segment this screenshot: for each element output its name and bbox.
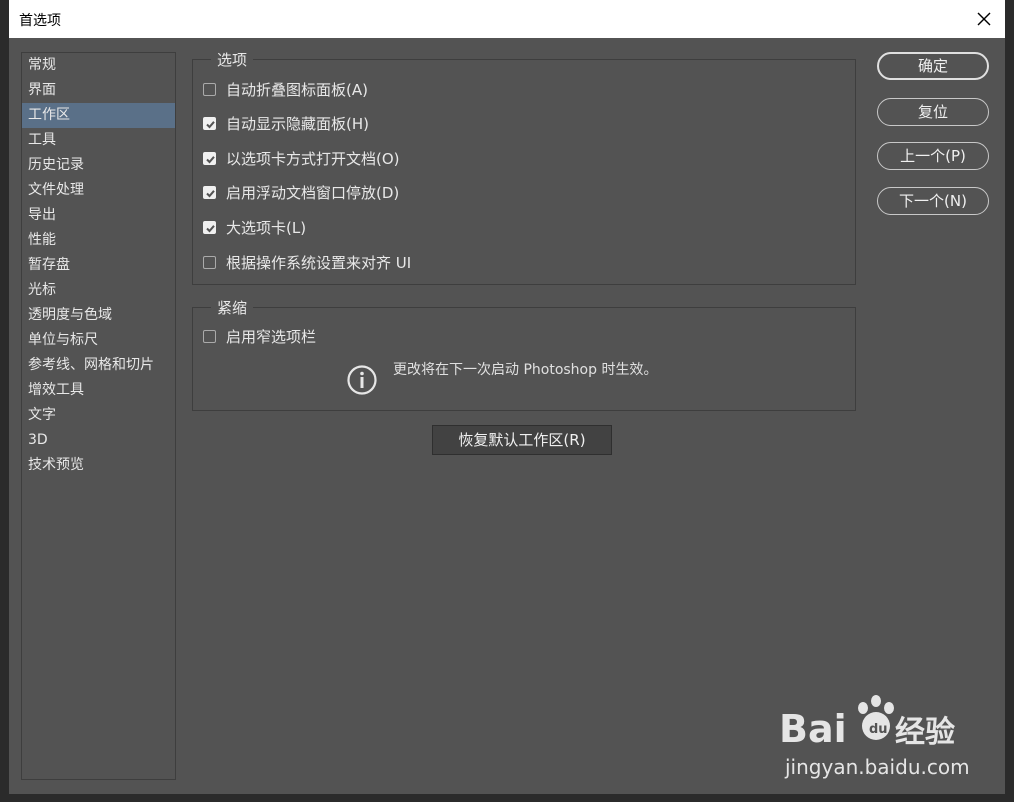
option-label: 以选项卡方式打开文档(O) (226, 149, 400, 168)
option-narrow-options-bar[interactable]: 启用窄选项栏 (203, 325, 316, 347)
checkbox[interactable] (203, 220, 216, 234)
baidu-jingyan-watermark: Bai du 经验 jingyan.baidu.com (779, 695, 970, 779)
dialog-title: 首选项 (19, 13, 61, 29)
options-group: 选项 自动折叠图标面板(A) 自动显示隐藏面板(H) 以选项卡方式打开文档(O)… (192, 49, 856, 285)
sidebar-item-3d[interactable]: 3D (22, 428, 175, 453)
sidebar-item-workspace[interactable]: 工作区 (22, 103, 175, 128)
ok-button[interactable]: 确定 (877, 52, 989, 80)
sidebar-item-plugins[interactable]: 增效工具 (22, 378, 175, 403)
option-label: 启用浮动文档窗口停放(D) (226, 183, 400, 202)
sidebar-item-export[interactable]: 导出 (22, 203, 175, 228)
compact-group-legend: 紧缩 (211, 297, 254, 318)
sidebar-item-cursors[interactable]: 光标 (22, 278, 175, 303)
option-large-tabs[interactable]: 大选项卡(L) (203, 216, 306, 238)
close-icon[interactable] (973, 8, 995, 30)
sidebar-item-scratch-disks[interactable]: 暂存盘 (22, 253, 175, 278)
sidebar-item-tech-preview[interactable]: 技术预览 (22, 453, 175, 478)
checkbox[interactable] (203, 82, 216, 96)
checkmark-icon (206, 155, 215, 163)
sidebar-item-type[interactable]: 文字 (22, 403, 175, 428)
option-auto-collapse[interactable]: 自动折叠图标面板(A) (203, 78, 368, 100)
sidebar-item-general[interactable]: 常规 (22, 53, 175, 78)
option-label: 根据操作系统设置来对齐 UI (226, 253, 412, 272)
restore-default-workspace-button[interactable]: 恢复默认工作区(R) (432, 425, 612, 455)
svg-text:du: du (869, 722, 888, 737)
option-label: 自动显示隐藏面板(H) (226, 114, 369, 133)
checkbox[interactable] (203, 255, 216, 269)
option-floating-docking[interactable]: 启用浮动文档窗口停放(D) (203, 181, 399, 203)
checkbox[interactable] (203, 185, 216, 199)
previous-button[interactable]: 上一个(P) (877, 142, 989, 170)
info-icon (347, 365, 377, 395)
option-auto-show-hidden[interactable]: 自动显示隐藏面板(H) (203, 112, 369, 134)
option-label: 启用窄选项栏 (226, 327, 317, 346)
options-group-legend: 选项 (211, 49, 254, 70)
checkbox[interactable] (203, 151, 216, 165)
option-label: 自动折叠图标面板(A) (226, 80, 368, 99)
preferences-dialog: 首选项 常规 界面 工作区 工具 历史记录 文件处理 导出 性能 暂存盘 光标 … (9, 0, 1005, 794)
sidebar-item-units-rulers[interactable]: 单位与标尺 (22, 328, 175, 353)
watermark-url: jingyan.baidu.com (784, 755, 970, 779)
sidebar-item-transparency[interactable]: 透明度与色域 (22, 303, 175, 328)
option-open-as-tabs[interactable]: 以选项卡方式打开文档(O) (203, 147, 400, 169)
checkbox[interactable] (203, 329, 216, 343)
option-label: 大选项卡(L) (226, 218, 307, 237)
title-bar: 首选项 (9, 0, 1005, 38)
reset-button[interactable]: 复位 (877, 98, 989, 126)
checkmark-icon (206, 120, 215, 128)
option-os-align-ui[interactable]: 根据操作系统设置来对齐 UI (203, 251, 411, 273)
next-button[interactable]: 下一个(N) (877, 187, 989, 215)
watermark-brand-cn: 经验 (895, 715, 955, 750)
checkmark-icon (206, 189, 215, 197)
sidebar-item-tools[interactable]: 工具 (22, 128, 175, 153)
sidebar-item-interface[interactable]: 界面 (22, 78, 175, 103)
sidebar-item-performance[interactable]: 性能 (22, 228, 175, 253)
sidebar-item-history[interactable]: 历史记录 (22, 153, 175, 178)
category-list: 常规 界面 工作区 工具 历史记录 文件处理 导出 性能 暂存盘 光标 透明度与… (21, 52, 176, 780)
checkmark-icon (206, 224, 215, 232)
sidebar-item-guides-grid[interactable]: 参考线、网格和切片 (22, 353, 175, 378)
restart-notice: 更改将在下一次启动 Photoshop 时生效。 (393, 362, 658, 378)
watermark-brand: Bai (779, 707, 847, 751)
checkbox[interactable] (203, 116, 216, 130)
sidebar-item-file-handling[interactable]: 文件处理 (22, 178, 175, 203)
